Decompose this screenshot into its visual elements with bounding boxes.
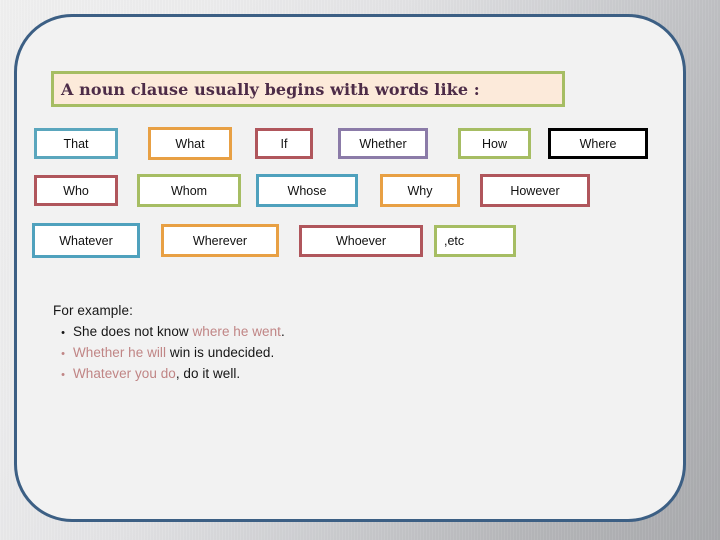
bullet-icon: • — [61, 348, 65, 360]
sentence-text: She does not know — [73, 324, 193, 339]
example-sentence: Whether he will win is undecided. — [73, 343, 274, 363]
word-box-label: Wherever — [192, 233, 248, 248]
word-box-label: Whether — [359, 136, 407, 151]
word-box-what[interactable]: What — [148, 127, 232, 160]
example-sentence: Whatever you do, do it well. — [73, 364, 240, 384]
word-box-who[interactable]: Who — [34, 175, 118, 206]
example-heading: For example: — [53, 303, 133, 318]
word-box-label: That — [63, 136, 89, 151]
example-list: • She does not know where he went. • Whethe… — [53, 322, 383, 385]
word-box-that[interactable]: That — [34, 128, 118, 159]
sentence-text: win is undecided. — [169, 345, 275, 360]
word-box-whether[interactable]: Whether — [338, 128, 428, 159]
sentence-text: . — [280, 324, 285, 339]
highlighted-clause: Whatever you do — [73, 366, 176, 381]
word-box-label: However — [510, 183, 560, 198]
word-box-label: Whatever — [59, 233, 113, 248]
word-box-label: Whom — [170, 183, 208, 198]
example-sentence: She does not know where he went. — [73, 322, 285, 342]
word-box-where[interactable]: Where — [548, 128, 648, 159]
example-item: • Whether he will win is undecided. — [53, 343, 383, 364]
word-box-whatever[interactable]: Whatever — [32, 223, 140, 258]
word-box-label: How — [481, 136, 507, 151]
word-box-wherever[interactable]: Wherever — [161, 224, 279, 257]
highlighted-clause: where he went — [192, 324, 281, 339]
sentence-text: , do it well. — [175, 366, 241, 381]
word-box-label: Who — [63, 183, 89, 198]
header-banner: A noun clause usually begins with words … — [51, 71, 565, 107]
example-block: For example: • She does not know where he… — [53, 303, 383, 385]
highlighted-clause: Whether he will — [73, 345, 170, 360]
page-title: A noun clause usually begins with words … — [61, 79, 480, 99]
slide-canvas: A noun clause usually begins with words … — [0, 0, 720, 540]
word-box-how[interactable]: How — [458, 128, 531, 159]
bullet-icon: • — [61, 327, 65, 339]
word-box-label: Where — [579, 136, 617, 151]
word-box-whom[interactable]: Whom — [137, 174, 241, 207]
word-box-etc[interactable]: ,etc — [434, 225, 516, 257]
word-box-label: Why — [407, 183, 433, 198]
example-item: • She does not know where he went. — [53, 322, 383, 343]
word-box-label: Whose — [287, 183, 327, 198]
word-box-label: What — [175, 136, 205, 151]
word-box-if[interactable]: If — [255, 128, 313, 159]
word-box-label: Whoever — [335, 234, 387, 248]
word-box-however[interactable]: However — [480, 174, 590, 207]
word-box-label: If — [280, 136, 288, 151]
word-box-why[interactable]: Why — [380, 174, 460, 207]
rounded-content-frame: A noun clause usually begins with words … — [14, 14, 686, 522]
word-box-whoever[interactable]: Whoever — [299, 225, 423, 257]
word-box-label: ,etc — [444, 234, 465, 248]
example-item: • Whatever you do, do it well. — [53, 364, 383, 385]
bullet-icon: • — [61, 369, 65, 381]
word-box-whose[interactable]: Whose — [256, 174, 358, 207]
